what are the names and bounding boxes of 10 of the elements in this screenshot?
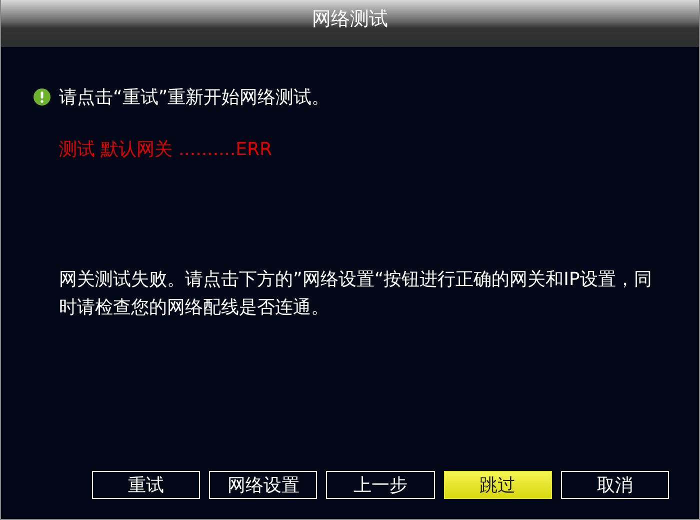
dialog-button[interactable]: 上一步 <box>326 471 435 499</box>
dialog-button[interactable]: 取消 <box>560 471 670 499</box>
window-title: 网络测试 <box>312 7 388 32</box>
error-message: 网关测试失败。请点击下方的”网络设置“按钮进行正确的网关和IP设置，同时请检查您的网络配线是否连通。 <box>59 268 653 320</box>
test-result: 测试 默认网关 ..........ERR <box>59 138 274 161</box>
hint-text: 请点击“重试”重新开始网络测试。 <box>59 86 330 109</box>
dialog-button[interactable]: 网络设置 <box>209 471 318 499</box>
dialog-button[interactable]: 重试 <box>92 471 200 499</box>
dialog-button[interactable]: 跳过 <box>444 471 552 499</box>
info-icon <box>33 88 51 106</box>
